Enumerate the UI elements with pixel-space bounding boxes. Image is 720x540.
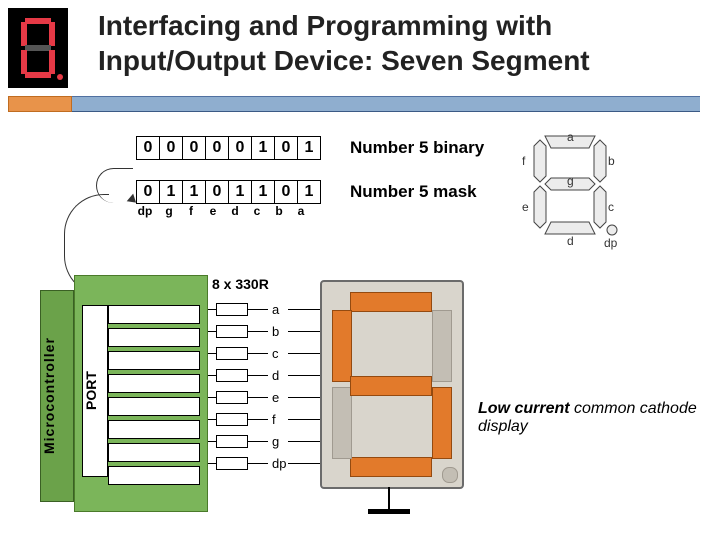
bit-cell: 1 [183, 181, 206, 203]
resistor-line: a [208, 298, 334, 320]
seg-label-b: b [608, 154, 615, 168]
bit-cell: 1 [298, 137, 320, 159]
resistor-line: g [208, 430, 334, 452]
bit-cell: 1 [252, 181, 275, 203]
microcontroller-block: Microcontroller [40, 290, 74, 502]
diagram-area: 00000101 Number 5 binary 01101101 Number… [40, 130, 700, 520]
pin-label: d [272, 368, 288, 383]
segment-f [332, 310, 352, 382]
ground-icon [388, 487, 390, 509]
seven-segment-logo-icon [8, 8, 68, 88]
bit-cell: 1 [298, 181, 320, 203]
seg-label-d: d [567, 234, 574, 248]
bit-cell: 0 [275, 137, 298, 159]
resistor-icon [216, 457, 248, 470]
bit-cell: 0 [137, 137, 160, 159]
port-pin [108, 351, 200, 370]
pin-label: f [272, 412, 288, 427]
pin-label: c [272, 346, 288, 361]
port-pin [108, 443, 200, 462]
segment-g [350, 376, 432, 396]
resistor-line: dp [208, 452, 334, 474]
resistor-icon [216, 369, 248, 382]
bit-labels: dpgfedcba [132, 204, 312, 218]
port-pin [108, 305, 200, 324]
port-pin [108, 466, 200, 485]
pin-label: dp [272, 456, 288, 471]
bit-label: a [290, 204, 312, 218]
binary-row-label: Number 5 binary [350, 138, 484, 158]
bit-label: dp [132, 204, 158, 218]
port-pin [108, 420, 200, 439]
pin-label: g [272, 434, 288, 449]
segment-e [332, 387, 352, 459]
resistor-icon [216, 413, 248, 426]
segment-b [432, 310, 452, 382]
bit-cell: 1 [252, 137, 275, 159]
mask-row-label: Number 5 mask [350, 182, 477, 202]
title-divider [70, 96, 700, 112]
seg-label-e: e [522, 200, 529, 214]
resistor-icon [216, 325, 248, 338]
bit-cell: 0 [206, 181, 229, 203]
bit-cell: 0 [206, 137, 229, 159]
display-caption: Low current common cathode display [478, 400, 700, 436]
port-pin [108, 374, 200, 393]
seg-label-g: g [567, 174, 574, 188]
bit-label: f [180, 204, 202, 218]
mask-row: 01101101 [136, 180, 321, 204]
seg-label-a: a [567, 130, 574, 144]
resistor-line: c [208, 342, 334, 364]
page-title: Interfacing and Programming with Input/O… [98, 8, 720, 78]
resistor-line: e [208, 386, 334, 408]
segment-a [350, 292, 432, 312]
port-pin [108, 328, 200, 347]
seg-label-c: c [608, 200, 614, 214]
pin-label: a [272, 302, 288, 317]
port-pins [108, 305, 200, 489]
title-accent [8, 96, 72, 112]
segment-c [432, 387, 452, 459]
ground-icon [368, 509, 410, 514]
resistor-icon [216, 391, 248, 404]
binary-row: 00000101 [136, 136, 321, 160]
seven-segment-display-icon [320, 280, 464, 489]
bit-label: c [246, 204, 268, 218]
resistor-line: d [208, 364, 334, 386]
bit-label: d [224, 204, 246, 218]
bit-label: b [268, 204, 290, 218]
resistor-icon [216, 435, 248, 448]
bit-cell: 1 [160, 181, 183, 203]
header: Interfacing and Programming with Input/O… [0, 0, 720, 88]
resistor-line: b [208, 320, 334, 342]
bit-label: g [158, 204, 180, 218]
resistor-icon [216, 303, 248, 316]
segment-dp [442, 467, 458, 483]
bit-cell: 0 [275, 181, 298, 203]
pin-label: b [272, 324, 288, 339]
segment-d [350, 457, 432, 477]
resistor-bank: abcdefg dp [208, 298, 334, 474]
seg-label-dp: dp [604, 236, 617, 250]
port-pin [108, 397, 200, 416]
pin-label: e [272, 390, 288, 405]
port-label: PORT [82, 305, 108, 477]
bit-cell: 0 [137, 181, 160, 203]
bit-cell: 1 [229, 181, 252, 203]
bit-label: e [202, 204, 224, 218]
segment-map-icon: a b c d e f g dp [520, 130, 620, 240]
bit-cell: 0 [160, 137, 183, 159]
bit-cell: 0 [229, 137, 252, 159]
resistor-line: f [208, 408, 334, 430]
resistor-label: 8 x 330R [212, 276, 269, 292]
resistor-icon [216, 347, 248, 360]
seg-label-f: f [522, 154, 525, 168]
bit-cell: 0 [183, 137, 206, 159]
